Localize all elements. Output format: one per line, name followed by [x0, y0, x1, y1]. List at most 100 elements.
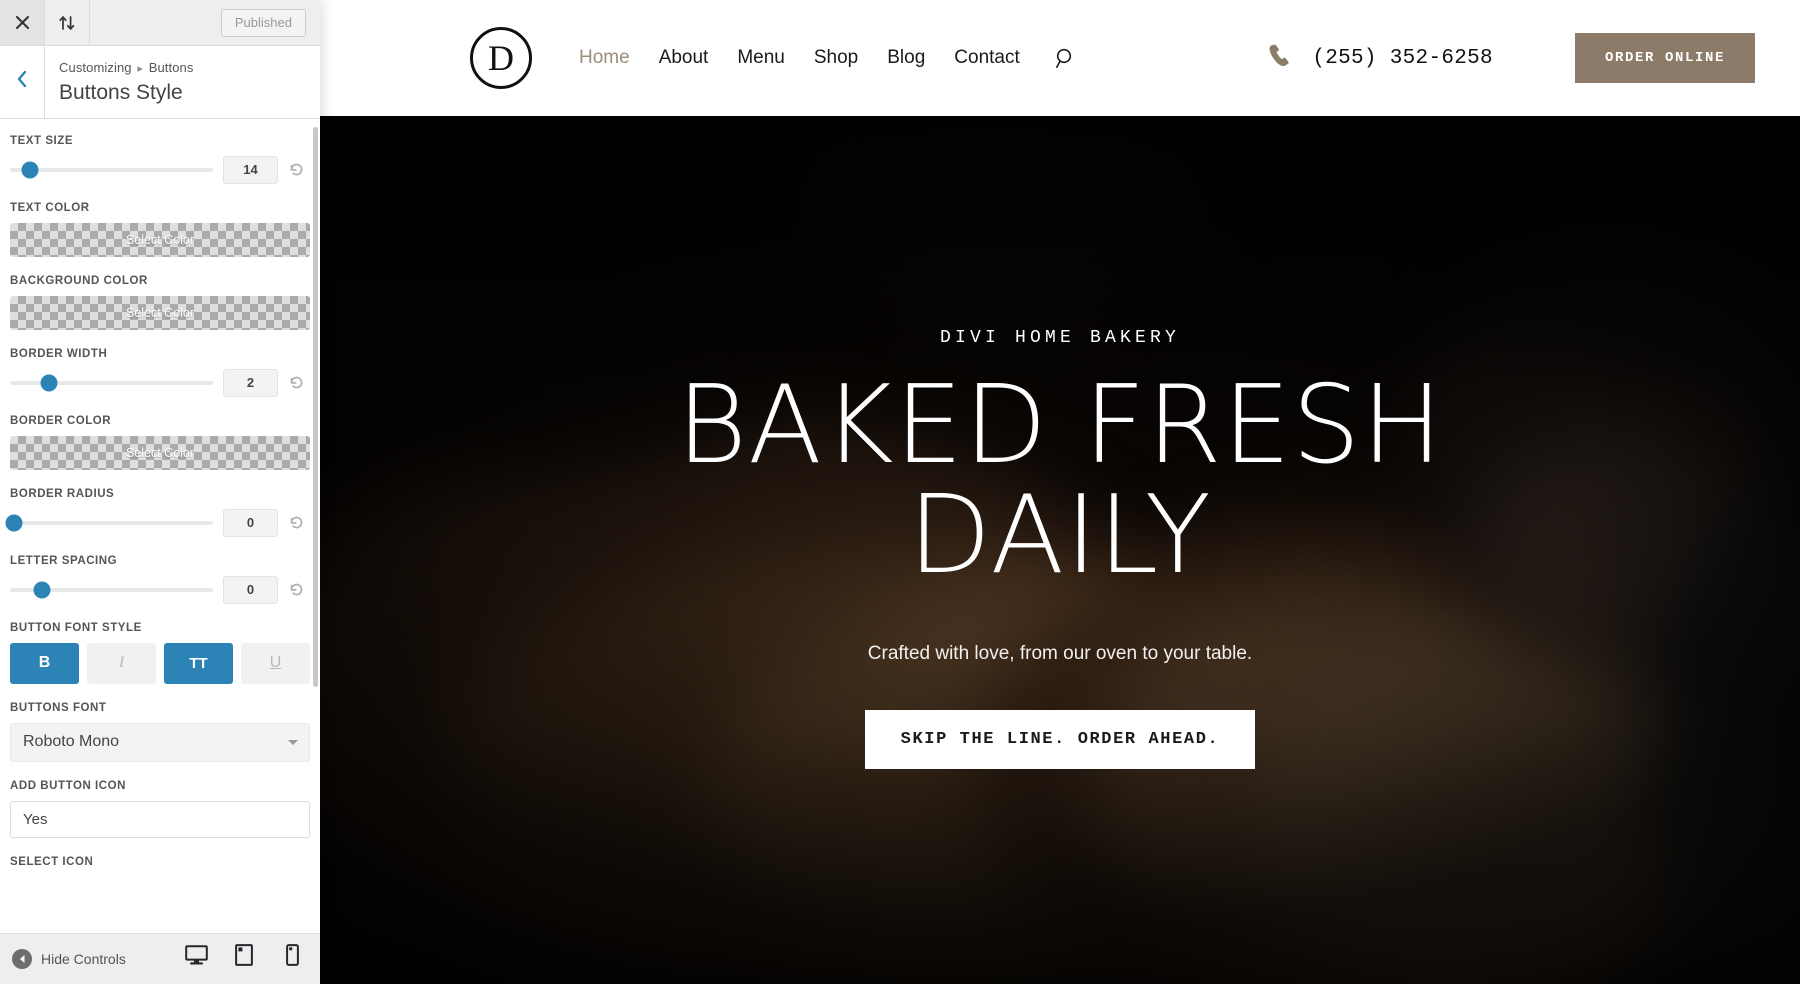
letter-spacing-value[interactable]: 0 — [223, 575, 278, 604]
control-select-icon: Select Icon — [10, 856, 310, 868]
slider-row: 0 — [5, 508, 310, 537]
border-width-value[interactable]: 2 — [223, 368, 278, 397]
slider-knob[interactable] — [5, 514, 23, 532]
nav-item-blog[interactable]: Blog — [887, 47, 925, 69]
border-color-picker[interactable]: Select Color — [10, 435, 310, 470]
text-size-slider[interactable] — [10, 160, 213, 180]
control-button-font-style: Button Font Style B I TT U — [10, 622, 310, 684]
phone-block[interactable]: (255) 352-6258 — [1266, 42, 1493, 74]
tablet-icon — [235, 944, 253, 971]
left-arrow-circle-icon — [12, 949, 32, 969]
select-color-label: Select Color — [125, 232, 195, 247]
customizer-panel: Published Customizing ▸ Buttons Buttons … — [0, 0, 320, 984]
slider-row: 0 — [10, 575, 310, 604]
slider-row: 2 — [10, 368, 310, 397]
published-button[interactable]: Published — [220, 8, 306, 37]
control-label: Button Font Style — [10, 621, 142, 634]
border-radius-value[interactable]: 0 — [223, 508, 278, 537]
slider-track — [10, 167, 213, 172]
font-style-underline-toggle[interactable]: U — [241, 642, 310, 684]
device-preview-switcher — [182, 944, 306, 974]
site-logo[interactable]: D — [470, 27, 532, 89]
hero-section: DIVI HOME BAKERY BAKED FRESH DAILY Craft… — [320, 116, 1800, 984]
customizer-topbar: Published — [0, 0, 320, 46]
toggle-panel-button[interactable] — [45, 0, 90, 45]
device-tablet-button[interactable] — [230, 944, 258, 974]
control-label: Letter Spacing — [10, 554, 118, 567]
slider-knob[interactable] — [33, 581, 51, 599]
control-border-color: Border Color Select Color — [10, 415, 310, 470]
reset-icon[interactable] — [282, 161, 310, 178]
control-label: Text Color — [10, 201, 90, 214]
breadcrumb-root: Customizing — [59, 60, 132, 75]
chevron-down-icon — [288, 740, 298, 746]
main-navigation: Home About Menu Shop Blog Contact — [579, 47, 1076, 69]
control-add-button-icon: Add Button Icon Yes — [10, 780, 310, 838]
device-desktop-button[interactable] — [182, 944, 210, 974]
border-radius-slider[interactable] — [5, 513, 213, 533]
text-size-value[interactable]: 14 — [223, 155, 278, 184]
customizer-screen: Published Customizing ▸ Buttons Buttons … — [0, 0, 1800, 984]
hero-eyebrow: DIVI HOME BAKERY — [939, 328, 1181, 348]
hero-title-line-1: BAKED FRESH — [676, 363, 1444, 488]
chevron-left-icon — [16, 70, 28, 93]
mobile-icon — [285, 944, 299, 971]
header-right-group: (255) 352-6258 Order Online — [1266, 33, 1800, 83]
search-icon[interactable] — [1055, 48, 1076, 69]
control-label: Background Color — [10, 274, 148, 287]
border-width-slider[interactable] — [10, 373, 213, 393]
slider-row: 14 — [10, 155, 310, 184]
customizer-controls-area: Text Size 14 Text Color Select Color — [0, 118, 320, 933]
device-mobile-button[interactable] — [278, 944, 306, 974]
nav-item-menu[interactable]: Menu — [737, 47, 785, 69]
text-color-picker[interactable]: Select Color — [10, 222, 310, 257]
background-color-picker[interactable]: Select Color — [10, 295, 310, 330]
buttons-font-value: Roboto Mono — [23, 733, 120, 751]
customizer-scrollbar[interactable] — [313, 126, 318, 687]
buttons-font-select[interactable]: Roboto Mono — [10, 722, 310, 762]
nav-item-shop[interactable]: Shop — [814, 47, 858, 69]
control-buttons-font: Buttons Font Roboto Mono — [10, 702, 310, 762]
site-header: D Home About Menu Shop Blog Contact (255… — [320, 0, 1800, 116]
control-label: Add Button Icon — [10, 779, 127, 792]
close-customizer-button[interactable] — [0, 0, 45, 45]
control-label: Border Width — [10, 347, 108, 360]
control-background-color: Background Color Select Color — [10, 275, 310, 330]
nav-item-about[interactable]: About — [659, 47, 709, 69]
slider-knob[interactable] — [40, 374, 58, 392]
add-button-icon-field[interactable]: Yes — [10, 800, 310, 838]
control-label: Border Color — [10, 414, 112, 427]
control-label: Buttons Font — [10, 701, 107, 714]
nav-item-contact[interactable]: Contact — [954, 47, 1019, 69]
letter-spacing-slider[interactable] — [10, 580, 213, 600]
hide-controls-button[interactable]: Hide Controls — [12, 949, 126, 969]
site-preview: D Home About Menu Shop Blog Contact (255… — [320, 0, 1800, 984]
control-border-width: Border Width 2 — [10, 348, 310, 397]
hide-controls-label: Hide Controls — [41, 951, 126, 967]
phone-icon — [1266, 42, 1293, 74]
nav-item-home[interactable]: Home — [579, 47, 630, 69]
font-style-italic-toggle[interactable]: I — [87, 642, 156, 684]
control-label: Text Size — [10, 134, 74, 147]
hero-subtitle: Crafted with love, from our oven to your… — [867, 643, 1253, 665]
control-label: Border Radius — [10, 487, 115, 500]
customizer-footer: Hide Controls — [0, 933, 320, 984]
back-button[interactable] — [0, 46, 45, 118]
order-online-button[interactable]: Order Online — [1574, 33, 1755, 83]
close-icon — [15, 15, 30, 30]
hero-cta-button[interactable]: Skip the line. Order ahead. — [864, 710, 1256, 770]
customizer-section-header: Customizing ▸ Buttons Buttons Style — [0, 46, 320, 119]
select-color-label: Select Color — [125, 445, 195, 460]
font-style-uppercase-toggle[interactable]: TT — [164, 642, 233, 684]
reset-icon[interactable] — [282, 514, 310, 531]
header-text-block: Customizing ▸ Buttons Buttons Style — [45, 46, 194, 118]
font-style-bold-toggle[interactable]: B — [10, 642, 79, 684]
reset-icon[interactable] — [282, 581, 310, 598]
reset-icon[interactable] — [282, 374, 310, 391]
slider-knob[interactable] — [21, 161, 39, 179]
hero-title-line-2: DAILY — [908, 473, 1212, 599]
hero-content: DIVI HOME BAKERY BAKED FRESH DAILY Craft… — [320, 116, 1800, 770]
page-title: Buttons Style — [59, 80, 183, 104]
breadcrumb: Customizing ▸ Buttons — [59, 58, 194, 78]
